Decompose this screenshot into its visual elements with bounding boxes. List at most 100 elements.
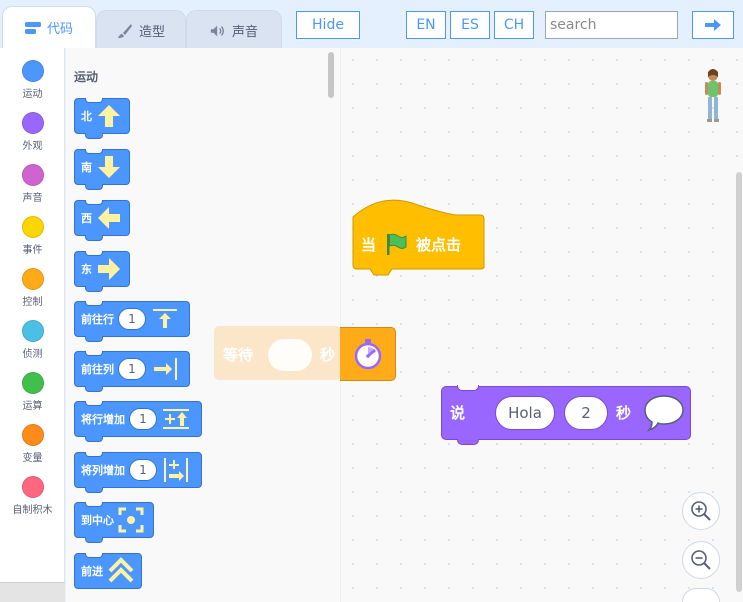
workspace-scrollbar[interactable] xyxy=(736,172,742,592)
zoom-out-icon xyxy=(691,550,711,570)
arrow-down-icon xyxy=(98,156,120,178)
lang-en-button[interactable]: EN xyxy=(406,11,446,39)
tab-sounds-label: 声音 xyxy=(231,25,258,40)
tab-code-label: 代码 xyxy=(46,22,73,37)
go-to-column-icon xyxy=(154,358,177,380)
category-menu: 运动 外观 声音 事件 控制 侦测 运算 变量 自制积木 xyxy=(0,48,65,602)
block-forward[interactable]: 前进 xyxy=(74,553,142,589)
hat-when-label: 当 xyxy=(361,235,377,254)
block-go-to-row[interactable]: 前往行 1 xyxy=(74,301,190,342)
center-icon xyxy=(118,507,144,533)
script-workspace[interactable] xyxy=(341,48,743,602)
arrow-up-icon xyxy=(98,105,120,127)
wait-label: 等待 xyxy=(223,346,254,364)
category-label: 自制积木 xyxy=(12,505,53,516)
code-blocks-icon xyxy=(24,21,41,35)
block-change-row[interactable]: 将行增加 1 xyxy=(74,401,202,442)
lang-es-button[interactable]: ES xyxy=(450,11,490,39)
say-label: 说 xyxy=(450,404,466,422)
category-label: 运算 xyxy=(22,401,43,412)
block-west[interactable]: 西 xyxy=(74,200,130,241)
wait-block-timer-part[interactable] xyxy=(340,327,396,381)
speech-bubble-icon xyxy=(644,395,684,432)
say-text-input[interactable]: Hola xyxy=(495,396,555,430)
category-label: 侦测 xyxy=(22,349,43,360)
editor-root: 代码 造型 声音 Hide EN ES CH 运动 外 xyxy=(0,0,743,602)
block-change-column[interactable]: 将列增加 1 xyxy=(74,452,202,493)
category-operators[interactable]: 运算 xyxy=(0,364,65,416)
category-motion[interactable]: 运动 xyxy=(0,52,65,104)
tab-costumes[interactable]: 造型 xyxy=(96,10,186,50)
block-label: 西 xyxy=(81,212,92,225)
category-sound[interactable]: 声音 xyxy=(0,156,65,208)
zoom-in-icon xyxy=(691,501,711,521)
block-label: 将行增加 xyxy=(81,413,125,426)
block-north[interactable]: 北 xyxy=(74,98,130,139)
block-label: 前进 xyxy=(81,565,103,578)
category-looks[interactable]: 外观 xyxy=(0,104,65,156)
wait-unit-label: 秒 xyxy=(320,346,336,364)
stopwatch-icon xyxy=(354,339,381,370)
arrow-left-icon xyxy=(98,207,120,229)
block-east[interactable]: 东 xyxy=(74,251,130,292)
palette-section-title: 运动 xyxy=(74,70,99,84)
lang-ch-button[interactable]: CH xyxy=(494,11,534,39)
hide-button[interactable]: Hide xyxy=(296,11,360,39)
zoom-out-button[interactable] xyxy=(682,541,720,579)
category-label: 声音 xyxy=(22,193,43,204)
category-label: 变量 xyxy=(22,453,43,464)
block-label: 东 xyxy=(81,263,92,276)
say-seconds-input[interactable]: 2 xyxy=(564,396,608,430)
block-label: 前往行 xyxy=(81,313,114,326)
say-unit-label: 秒 xyxy=(616,404,632,422)
category-dot xyxy=(21,320,44,342)
hat-clicked-label: 被点击 xyxy=(416,235,462,254)
column-value-input[interactable]: 1 xyxy=(118,358,146,380)
category-dot xyxy=(21,268,44,290)
row-change-input[interactable]: 1 xyxy=(129,408,157,430)
row-value-input[interactable]: 1 xyxy=(118,308,146,330)
column-change-input[interactable]: 1 xyxy=(129,459,157,481)
category-dot xyxy=(21,112,44,134)
speaker-icon xyxy=(210,24,226,38)
category-dot xyxy=(21,216,44,238)
sprite-figure-icon xyxy=(705,69,721,122)
category-variables[interactable]: 变量 xyxy=(0,416,65,468)
go-button[interactable] xyxy=(692,11,734,39)
search-input[interactable] xyxy=(545,11,678,39)
category-dot xyxy=(21,164,44,186)
row-increase-icon xyxy=(163,409,189,429)
category-dot xyxy=(21,60,44,82)
block-to-center[interactable]: 到中心 xyxy=(74,502,154,543)
category-dot xyxy=(21,476,44,498)
category-sensing[interactable]: 侦测 xyxy=(0,312,65,364)
category-label: 控制 xyxy=(22,297,43,308)
block-palette: 运动 北 南 西 东 前往行 1 前往列 1 将行增加 1 将列增加 1 到中心… xyxy=(66,48,340,602)
category-control[interactable]: 控制 xyxy=(0,260,65,312)
horizontal-scrollbar[interactable] xyxy=(0,582,65,602)
tab-code[interactable]: 代码 xyxy=(2,6,96,48)
block-label: 到中心 xyxy=(81,514,114,527)
green-flag-icon xyxy=(387,233,407,255)
block-label: 南 xyxy=(81,161,92,174)
arrow-right-icon xyxy=(98,258,120,280)
category-events[interactable]: 事件 xyxy=(0,208,65,260)
column-increase-icon xyxy=(164,458,188,482)
block-go-to-column[interactable]: 前往列 1 xyxy=(74,351,190,392)
block-south[interactable]: 南 xyxy=(74,149,130,190)
top-bar: 代码 造型 声音 Hide EN ES CH xyxy=(0,0,743,50)
category-my-blocks[interactable]: 自制积木 xyxy=(0,468,65,520)
palette-scrollbar[interactable] xyxy=(328,52,334,98)
category-label: 外观 xyxy=(22,141,43,152)
go-to-row-icon xyxy=(153,309,177,328)
category-dot xyxy=(21,372,44,394)
zoom-reset-button[interactable] xyxy=(682,588,720,602)
block-label: 前往列 xyxy=(81,363,114,376)
zoom-in-button[interactable] xyxy=(682,492,720,530)
wait-seconds-input[interactable] xyxy=(268,339,312,371)
hat-block-content: 当 被点击 xyxy=(361,232,461,256)
category-label: 事件 xyxy=(22,245,43,256)
brush-icon xyxy=(117,23,133,38)
tab-sounds[interactable]: 声音 xyxy=(186,10,282,50)
block-label: 将列增加 xyxy=(81,464,125,477)
